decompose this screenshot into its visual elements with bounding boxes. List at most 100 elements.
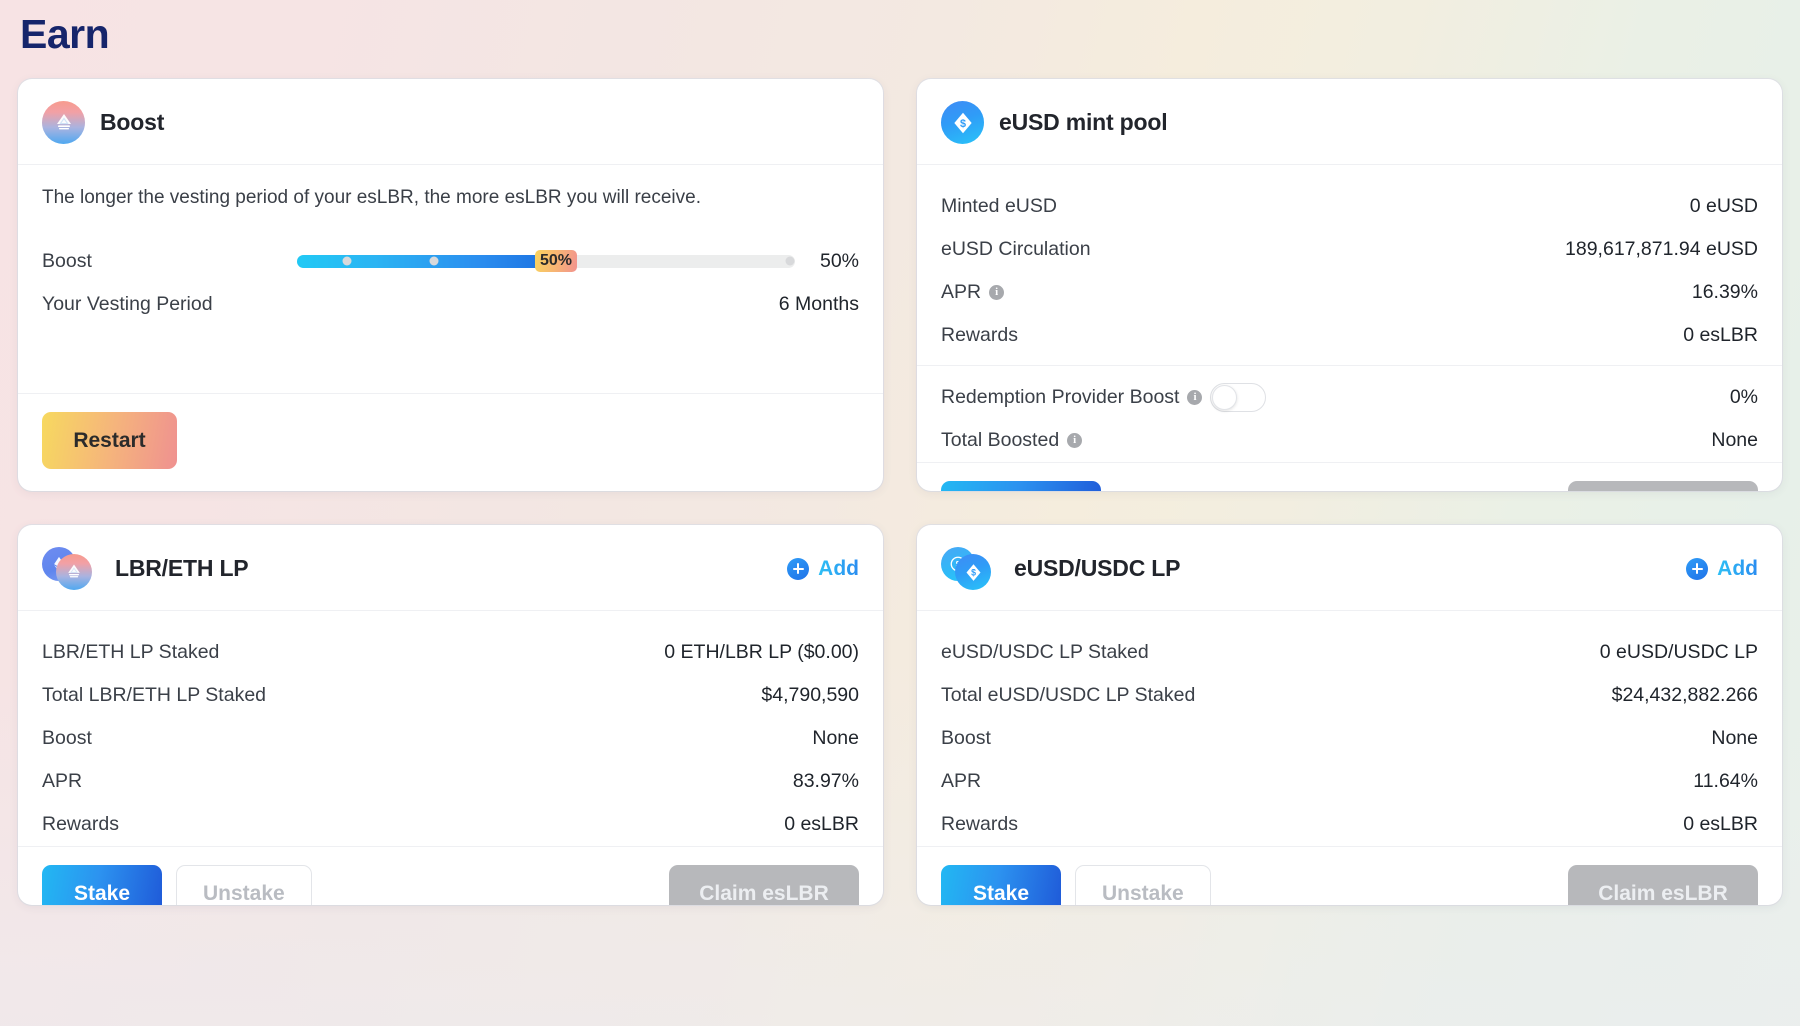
vesting-period-value: 6 Months <box>778 292 859 315</box>
claim-eslbr-button[interactable]: Claim esLBR <box>1568 865 1758 906</box>
redemption-boost-value: 0% <box>1729 386 1758 409</box>
apr-value: 11.64% <box>1693 770 1758 793</box>
total-boosted-label-text: Total Boosted <box>941 429 1060 452</box>
eusd-usdc-card-header: $ $ eUSD/USDC LP Add <box>917 525 1782 612</box>
rewards-label: Rewards <box>42 813 119 836</box>
eusd-coin-icon: $ <box>955 554 991 591</box>
mint-card-header: $ eUSD mint pool <box>917 79 1782 166</box>
total-lp-staked-value: $4,790,590 <box>761 684 859 707</box>
eusd-usdc-card-body: eUSD/USDC LP Staked 0 eUSD/USDC LP Total… <box>917 611 1782 846</box>
eusd-usdc-card-title: eUSD/USDC LP <box>1014 555 1181 582</box>
lbr-eth-card-title: LBR/ETH LP <box>115 555 249 582</box>
boost-header-left: Boost <box>42 101 165 145</box>
boost-description: The longer the vesting period of your es… <box>42 187 701 209</box>
table-row: Rewards 0 esLBR <box>941 314 1758 357</box>
claim-eslbr-button[interactable]: Claim esLBR <box>669 865 859 906</box>
table-row: eUSD Circulation 189,617,871.94 eUSD <box>941 228 1758 271</box>
table-row: Boost None <box>42 717 859 760</box>
toggle-knob <box>1212 385 1238 411</box>
info-icon[interactable]: i <box>1187 390 1203 406</box>
unstake-button[interactable]: Unstake <box>1075 865 1211 906</box>
lp-staked-label: eUSD/USDC LP Staked <box>941 641 1149 664</box>
mint-card-footer: Mint eUSD Claim esLBR <box>917 462 1782 492</box>
eusd-usdc-card-footer: Stake Unstake Claim esLBR <box>917 846 1782 906</box>
redemption-boost-toggle[interactable] <box>1210 383 1267 413</box>
rewards-label: Rewards <box>941 813 1018 836</box>
slider-tick <box>342 256 352 266</box>
stake-button[interactable]: Stake <box>941 865 1061 906</box>
apr-label: APR <box>941 770 982 793</box>
boost-slider-label: Boost <box>42 249 92 272</box>
lbr-eth-pair-icons <box>42 547 100 591</box>
lp-staked-value: 0 eUSD/USDC LP <box>1599 641 1758 664</box>
lp-staked-label: LBR/ETH LP Staked <box>42 641 220 664</box>
eusd-coin-icon: $ <box>941 101 984 145</box>
mint-header-left: $ eUSD mint pool <box>941 101 1168 145</box>
add-liquidity-button[interactable]: Add <box>1686 557 1758 581</box>
table-row: Rewards 0 esLBR <box>941 803 1758 846</box>
redemption-boost-label-text: Redemption Provider Boost <box>941 386 1180 409</box>
boost-value: None <box>1711 727 1758 750</box>
total-boosted-label: Total Boosted i <box>941 429 1083 452</box>
earn-page: Earn Boost The longer the vesting period… <box>0 0 1800 906</box>
redemption-provider-boost-row: Redemption Provider Boost i 0% <box>941 376 1758 419</box>
svg-text:$: $ <box>959 118 965 130</box>
table-row: LBR/ETH LP Staked 0 ETH/LBR LP ($0.00) <box>42 631 859 674</box>
table-row: Total LBR/ETH LP Staked $4,790,590 <box>42 674 859 717</box>
boost-slider[interactable]: 50% <box>297 250 795 273</box>
add-label: Add <box>1717 556 1758 580</box>
table-row: eUSD/USDC LP Staked 0 eUSD/USDC LP <box>941 631 1758 674</box>
restart-button[interactable]: Restart <box>42 412 177 470</box>
slider-thumb[interactable]: 50% <box>534 250 577 273</box>
vesting-period-label: Your Vesting Period <box>42 292 213 315</box>
boost-value: None <box>812 727 859 750</box>
minted-eusd-value: 0 eUSD <box>1689 195 1758 218</box>
claim-eslbr-button[interactable]: Claim esLBR <box>1568 481 1758 492</box>
svg-text:$: $ <box>971 567 976 577</box>
info-icon[interactable]: i <box>989 285 1005 301</box>
eusd-usdc-header-left: $ $ eUSD/USDC LP <box>941 547 1181 591</box>
rewards-value: 0 esLBR <box>784 813 859 836</box>
boost-card-title: Boost <box>100 109 165 136</box>
total-boosted-row: Total Boosted i None <box>941 419 1758 462</box>
apr-label: APR i <box>941 281 1005 304</box>
section-divider <box>917 365 1782 367</box>
eusd-circulation-label: eUSD Circulation <box>941 238 1091 261</box>
mint-eusd-button[interactable]: Mint eUSD <box>941 481 1101 492</box>
info-icon[interactable]: i <box>1067 433 1083 449</box>
add-liquidity-button[interactable]: Add <box>787 557 859 581</box>
eusd-usdc-pair-icons: $ $ <box>941 547 999 591</box>
vesting-period-row: Your Vesting Period 6 Months <box>42 283 859 326</box>
mint-card-title: eUSD mint pool <box>999 109 1168 136</box>
lbr-eth-lp-card: LBR/ETH LP Add LBR/ETH LP Staked 0 ETH/L… <box>18 525 883 906</box>
cards-grid: Boost The longer the vesting period of y… <box>18 79 1782 906</box>
stake-button[interactable]: Stake <box>42 865 162 906</box>
plus-icon <box>787 557 810 580</box>
boost-diamond-icon <box>42 101 85 145</box>
total-lp-staked-label: Total eUSD/USDC LP Staked <box>941 684 1196 707</box>
total-lp-staked-value: $24,432,882.266 <box>1611 684 1758 707</box>
boost-slider-row: Boost 50% 50% <box>42 240 859 283</box>
apr-value: 83.97% <box>792 770 859 793</box>
total-boosted-value: None <box>1711 429 1758 452</box>
slider-tick <box>429 256 439 266</box>
table-row: Boost None <box>941 717 1758 760</box>
boost-card: Boost The longer the vesting period of y… <box>18 79 883 492</box>
lbr-eth-card-footer: Stake Unstake Claim esLBR <box>18 846 883 906</box>
boost-label: Boost <box>42 727 92 750</box>
boost-card-footer: Restart <box>18 393 883 491</box>
add-label: Add <box>818 556 859 580</box>
table-row: Rewards 0 esLBR <box>42 803 859 846</box>
minted-eusd-label: Minted eUSD <box>941 195 1057 218</box>
lbr-eth-header-left: LBR/ETH LP <box>42 547 249 591</box>
boost-card-header: Boost <box>18 79 883 166</box>
table-row: APR 83.97% <box>42 760 859 803</box>
apr-value: 16.39% <box>1691 281 1758 304</box>
page-title: Earn <box>20 11 110 57</box>
unstake-button[interactable]: Unstake <box>176 865 312 906</box>
eusd-circulation-value: 189,617,871.94 eUSD <box>1565 238 1758 261</box>
table-row: APR 11.64% <box>941 760 1758 803</box>
mint-card-body: Minted eUSD 0 eUSD eUSD Circulation 189,… <box>917 165 1782 462</box>
slider-end-dot <box>785 256 795 266</box>
boost-card-body: The longer the vesting period of your es… <box>18 165 883 393</box>
